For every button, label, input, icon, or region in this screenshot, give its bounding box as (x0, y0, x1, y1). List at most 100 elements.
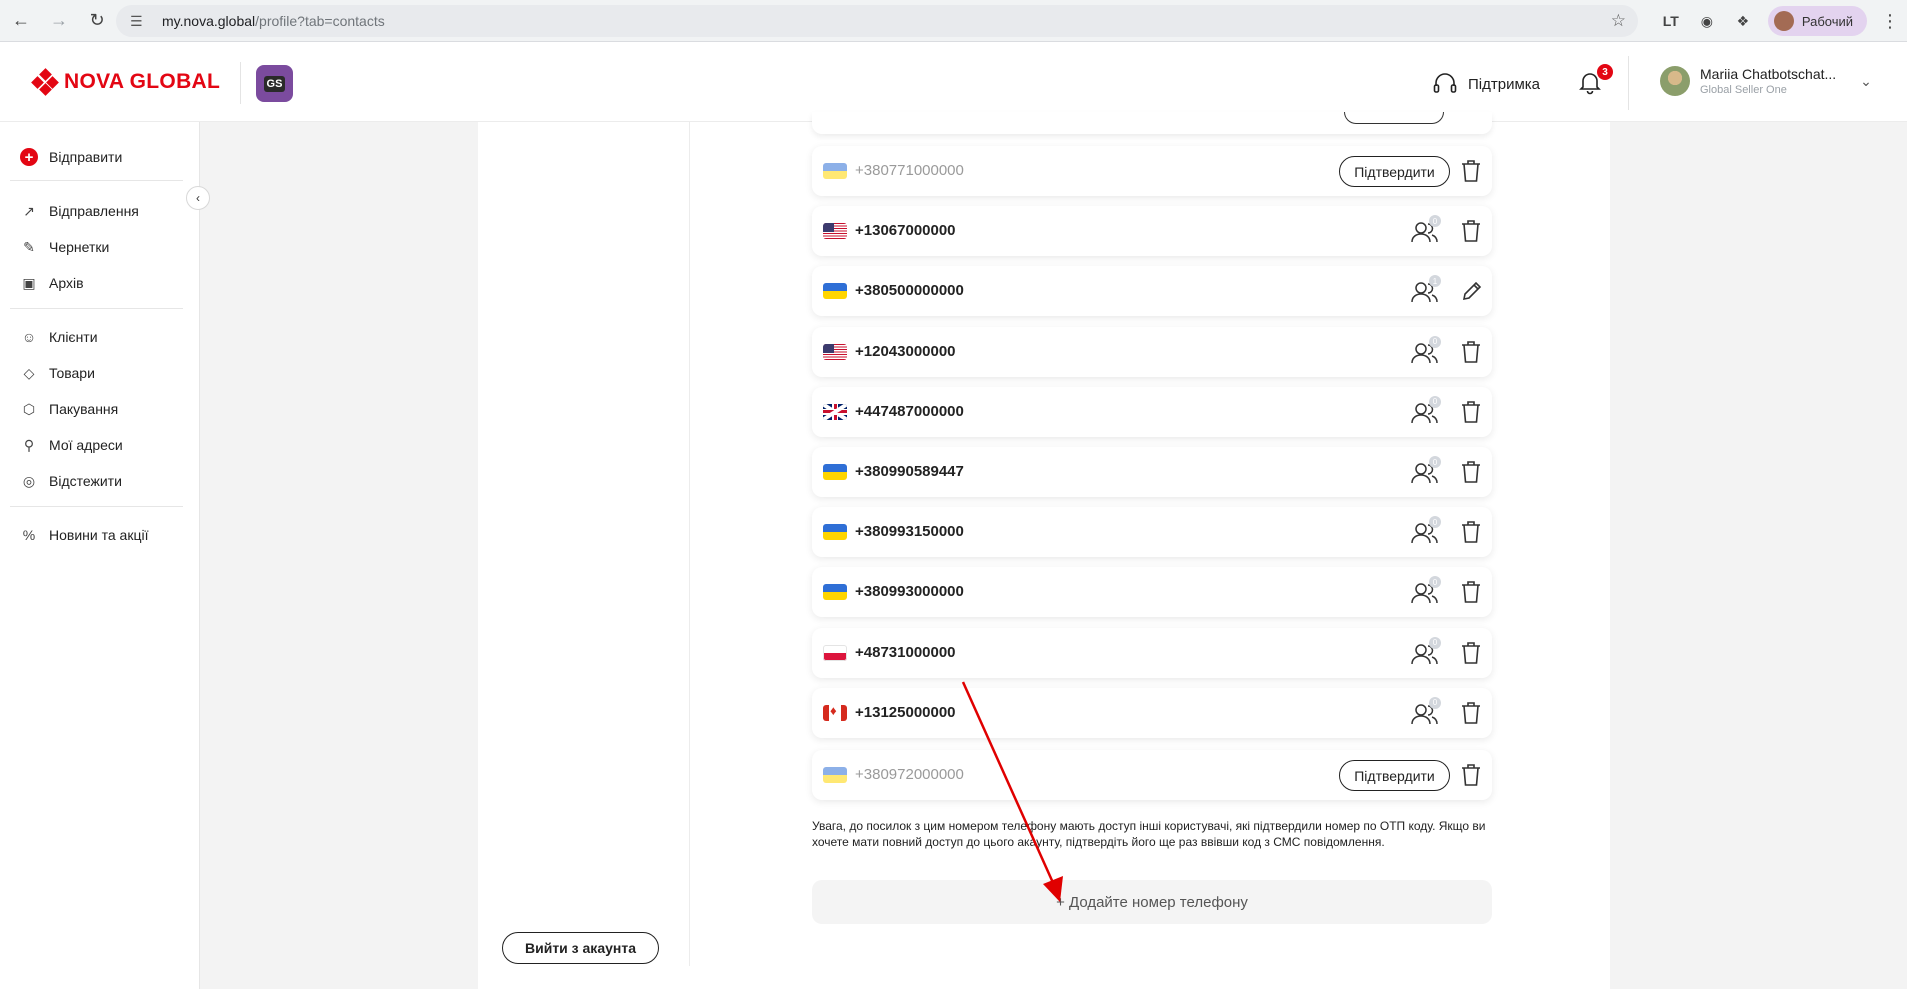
pencil-edit-icon[interactable] (1461, 280, 1483, 302)
phone-number: +380990589447 (855, 463, 964, 480)
forward-icon[interactable]: → (42, 4, 76, 38)
confirm-button-partial[interactable] (1344, 112, 1444, 124)
profile-avatar (1773, 11, 1794, 31)
trash-icon[interactable] (1460, 763, 1482, 787)
phone-number: +13125000000 (855, 703, 956, 721)
shared-access-notice: Увага, до посилок з цим номером телефону… (812, 819, 1486, 849)
phone-number: +380993150000 (855, 523, 964, 541)
chevron-down-icon: ⌄ (1860, 72, 1872, 89)
sidebar-item-archive[interactable]: ▣ Архів (20, 274, 83, 292)
flag-ca-icon (823, 704, 847, 721)
trash-icon[interactable] (1460, 520, 1482, 544)
sidebar-item-news[interactable]: % Новини та акції (20, 526, 149, 544)
trash-icon[interactable] (1460, 641, 1482, 665)
sidebar-item-label: Клієнти (49, 329, 98, 345)
sidebar-item-label: Відправлення (49, 203, 139, 219)
phone-number: +380972000000 (855, 766, 964, 783)
logo-text: NOVA GLOBAL (64, 70, 221, 93)
edit-icon: ✎ (23, 238, 35, 255)
phone-number: +12043000000 (855, 342, 956, 360)
sidebar-item-send[interactable]: + Відправити (20, 148, 122, 166)
site-settings-icon[interactable]: ☰ (130, 13, 152, 30)
flag-us-icon (823, 223, 847, 240)
phone-row: +13125000000 0 (812, 687, 1492, 738)
trash-icon[interactable] (1460, 400, 1482, 424)
browser-menu-icon[interactable]: ⋮ (1881, 11, 1899, 32)
extensions-puzzle-icon[interactable]: ❖ (1732, 13, 1754, 30)
percent-icon: % (22, 527, 36, 543)
location-pin-icon: ⚲ (23, 436, 35, 453)
card-divider (689, 122, 690, 966)
sidebar-item-shipments[interactable]: ↗ Відправлення (20, 202, 139, 220)
phone-row: +380990589447 0 (812, 447, 1492, 497)
logo-mark-icon (31, 68, 59, 96)
back-icon[interactable]: ← (4, 4, 38, 38)
phone-row: +380993000000 0 (812, 567, 1492, 618)
trash-icon[interactable] (1460, 701, 1482, 725)
url-path: /profile?tab=contacts (255, 13, 385, 29)
chevron-left-icon: ‹ (196, 191, 200, 205)
sidebar: + Відправити ↗ Відправлення ✎ Чернетки ▣ Арх… (0, 122, 200, 989)
flag-ua-icon (823, 584, 847, 601)
logout-button[interactable]: Вийти з акаунта (502, 932, 659, 964)
trash-icon[interactable] (1460, 159, 1482, 183)
shared-users-count: 0 (1429, 335, 1441, 348)
flag-ua-icon (823, 464, 847, 480)
sidebar-item-goods[interactable]: ◇ Товари (20, 364, 95, 382)
sidebar-item-label: Новини та акції (49, 527, 149, 543)
phone-number: +380500000000 (855, 282, 964, 300)
tag-icon: ◇ (23, 364, 35, 381)
box-icon: ⬡ (22, 400, 36, 417)
user-menu[interactable]: Mariia Chatbotschat... Global Seller One… (1660, 66, 1872, 96)
support-link[interactable]: Підтримка (1432, 72, 1540, 96)
sidebar-item-track[interactable]: ◎ Відстежити (20, 472, 122, 490)
sidebar-item-label: Товари (49, 365, 95, 381)
headset-icon (1433, 73, 1457, 93)
bookmark-star-icon[interactable]: ☆ (1611, 11, 1626, 31)
sidebar-item-addresses[interactable]: ⚲ Мої адреси (20, 436, 123, 454)
sidebar-item-label: Мої адреси (49, 437, 123, 453)
trash-icon[interactable] (1460, 580, 1482, 604)
phone-number: +48731000000 (855, 643, 956, 661)
reload-icon[interactable]: ↻ (80, 4, 114, 38)
address-bar[interactable]: ☰ my.nova.global/profile?tab=contacts ☆ (116, 5, 1638, 37)
extension-lt-icon[interactable]: LT (1660, 13, 1682, 29)
phone-row: +13067000000 0 (812, 206, 1492, 257)
add-phone-button[interactable]: + Додайте номер телефону (812, 880, 1492, 924)
sidebar-divider (10, 308, 183, 309)
user-role: Global Seller One (1700, 84, 1787, 96)
phone-row: +380771000000 Підтвердити (812, 146, 1492, 196)
trash-icon[interactable] (1460, 340, 1482, 364)
shared-users-count: 0 (1429, 636, 1441, 649)
user-avatar (1660, 66, 1690, 96)
shared-users-count: 0 (1429, 395, 1441, 408)
phone-row: +447487000000 0 (812, 386, 1492, 437)
confirm-phone-button[interactable]: Підтвердити (1339, 760, 1450, 791)
flag-ua-icon (823, 524, 847, 541)
nova-global-logo[interactable]: NOVA GLOBAL (31, 68, 221, 96)
phone-row: +380972000000 Підтвердити (812, 750, 1492, 800)
url-host: my.nova.global (162, 13, 256, 29)
header-divider (240, 62, 241, 104)
browser-toolbar: ← → ↻ ☰ my.nova.global/profile?tab=conta… (0, 0, 1907, 42)
trash-icon[interactable] (1460, 219, 1482, 243)
sidebar-item-clients[interactable]: ☺ Клієнти (20, 328, 98, 346)
flag-ua-icon (823, 767, 847, 783)
notification-count-badge: 3 (1597, 64, 1613, 80)
sidebar-item-label: Чернетки (49, 239, 110, 255)
flag-ua-icon (823, 283, 847, 300)
trash-icon[interactable] (1460, 460, 1482, 484)
profile-chip[interactable]: Рабочий (1767, 6, 1867, 36)
camera-icon[interactable]: ◉ (1696, 13, 1718, 30)
archive-icon: ▣ (22, 274, 36, 291)
shared-users-count: 1 (1429, 275, 1441, 288)
confirm-phone-button[interactable]: Підтвердити (1339, 156, 1450, 187)
sidebar-divider (10, 180, 183, 181)
badge-text: GS (263, 75, 286, 92)
flag-gb-icon (823, 403, 847, 420)
plus-circle-icon: + (20, 148, 38, 166)
phone-row: +48731000000 0 (812, 627, 1492, 678)
sidebar-item-packaging[interactable]: ⬡ Пакування (20, 400, 118, 418)
sidebar-item-drafts[interactable]: ✎ Чернетки (20, 238, 109, 256)
sidebar-collapse-button[interactable]: ‹ (186, 186, 210, 210)
